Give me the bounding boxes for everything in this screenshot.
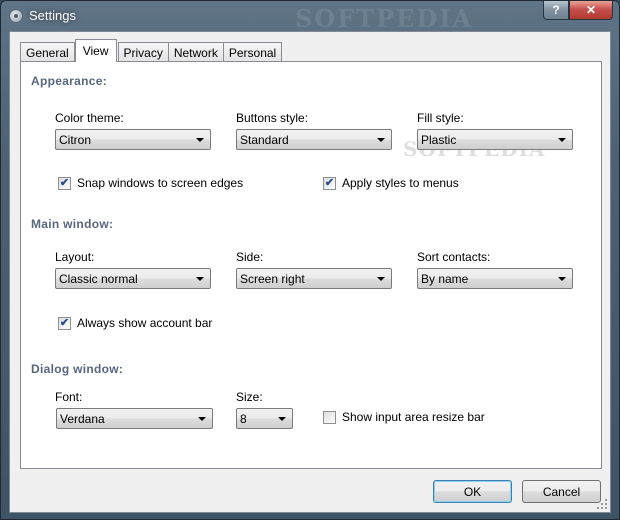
main-window-divider — [111, 224, 593, 225]
tab-strip: General View Privacy Network Personal — [20, 39, 283, 62]
help-button[interactable]: ? — [543, 1, 569, 20]
sort-contacts-value: By name — [421, 271, 469, 286]
color-theme-value: Citron — [59, 132, 92, 147]
tab-privacy[interactable]: Privacy — [117, 42, 169, 62]
fill-style-label: Fill style: — [417, 111, 464, 125]
color-theme-label: Color theme: — [55, 111, 124, 125]
tab-general[interactable]: General — [20, 42, 75, 62]
snap-windows-label: Snap windows to screen edges — [77, 176, 244, 190]
caption-buttons: ? ✕ — [543, 1, 613, 20]
checkmark-icon: ✔ — [324, 176, 335, 189]
window-title: Settings — [29, 8, 76, 23]
size-label: Size: — [236, 390, 263, 404]
account-bar-label: Always show account bar — [77, 316, 213, 330]
settings-window: Settings SOFTPEDIA ? ✕ General View Priv… — [0, 0, 620, 520]
chevron-down-icon — [278, 416, 286, 421]
chevron-down-icon — [196, 276, 204, 281]
size-value: 8 — [240, 411, 247, 426]
chevron-down-icon — [198, 416, 206, 421]
color-theme-select[interactable]: Citron — [55, 129, 211, 150]
chevron-down-icon — [377, 137, 385, 142]
title-bar[interactable]: Settings SOFTPEDIA ? ✕ — [1, 1, 619, 33]
softpedia-watermark: SOFTPEDIA — [295, 4, 474, 33]
main-window-section-title: Main window: — [31, 217, 114, 231]
cancel-button[interactable]: Cancel — [522, 480, 601, 503]
close-icon: ✕ — [585, 3, 597, 17]
layout-select[interactable]: Classic normal — [55, 268, 211, 289]
font-label: Font: — [55, 390, 83, 404]
checkmark-icon: ✔ — [59, 316, 70, 329]
snap-windows-row[interactable]: ✔ Snap windows to screen edges — [58, 176, 243, 190]
font-select[interactable]: Verdana — [56, 408, 213, 429]
chevron-down-icon — [558, 276, 566, 281]
question-mark-icon: ? — [552, 3, 560, 17]
apply-styles-checkbox[interactable]: ✔ — [323, 176, 336, 190]
snap-windows-checkbox[interactable]: ✔ — [58, 176, 71, 190]
size-select[interactable]: 8 — [236, 408, 293, 429]
close-button[interactable]: ✕ — [569, 1, 613, 20]
side-label: Side: — [236, 250, 264, 264]
account-bar-row[interactable]: ✔ Always show account bar — [58, 316, 212, 330]
layout-label: Layout: — [55, 250, 95, 264]
dialog-window-section-title: Dialog window: — [31, 362, 124, 376]
gear-icon[interactable] — [9, 9, 23, 23]
fill-style-value: Plastic — [421, 132, 457, 147]
tab-view[interactable]: View — [74, 39, 117, 62]
tab-network[interactable]: Network — [167, 42, 224, 62]
appearance-section-title: Appearance: — [31, 74, 107, 88]
sort-contacts-select[interactable]: By name — [417, 268, 573, 289]
dialog-window-divider — [119, 369, 593, 370]
checkmark-icon: ✔ — [59, 176, 70, 189]
apply-styles-row[interactable]: ✔ Apply styles to menus — [323, 176, 459, 190]
resize-grip[interactable] — [597, 499, 607, 509]
view-tab-panel: Appearance: Color theme: Citron Buttons … — [20, 61, 602, 469]
resize-bar-checkbox[interactable] — [323, 410, 336, 424]
resize-bar-label: Show input area resize bar — [342, 410, 485, 424]
font-value: Verdana — [60, 411, 105, 426]
ok-button[interactable]: OK — [433, 480, 512, 503]
dialog-client-area: General View Privacy Network Personal Ap… — [9, 31, 611, 513]
sort-contacts-label: Sort contacts: — [417, 250, 491, 264]
layout-value: Classic normal — [59, 271, 138, 286]
resize-bar-row[interactable]: Show input area resize bar — [323, 410, 485, 424]
chevron-down-icon — [196, 137, 204, 142]
account-bar-checkbox[interactable]: ✔ — [58, 316, 71, 330]
buttons-style-value: Standard — [240, 132, 289, 147]
chevron-down-icon — [377, 276, 385, 281]
buttons-style-select[interactable]: Standard — [236, 129, 392, 150]
tab-personal[interactable]: Personal — [222, 42, 283, 62]
fill-style-select[interactable]: Plastic — [417, 129, 573, 150]
apply-styles-label: Apply styles to menus — [342, 176, 459, 190]
chevron-down-icon — [558, 137, 566, 142]
side-select[interactable]: Screen right — [236, 268, 392, 289]
side-value: Screen right — [240, 271, 305, 286]
buttons-style-label: Buttons style: — [236, 111, 309, 125]
